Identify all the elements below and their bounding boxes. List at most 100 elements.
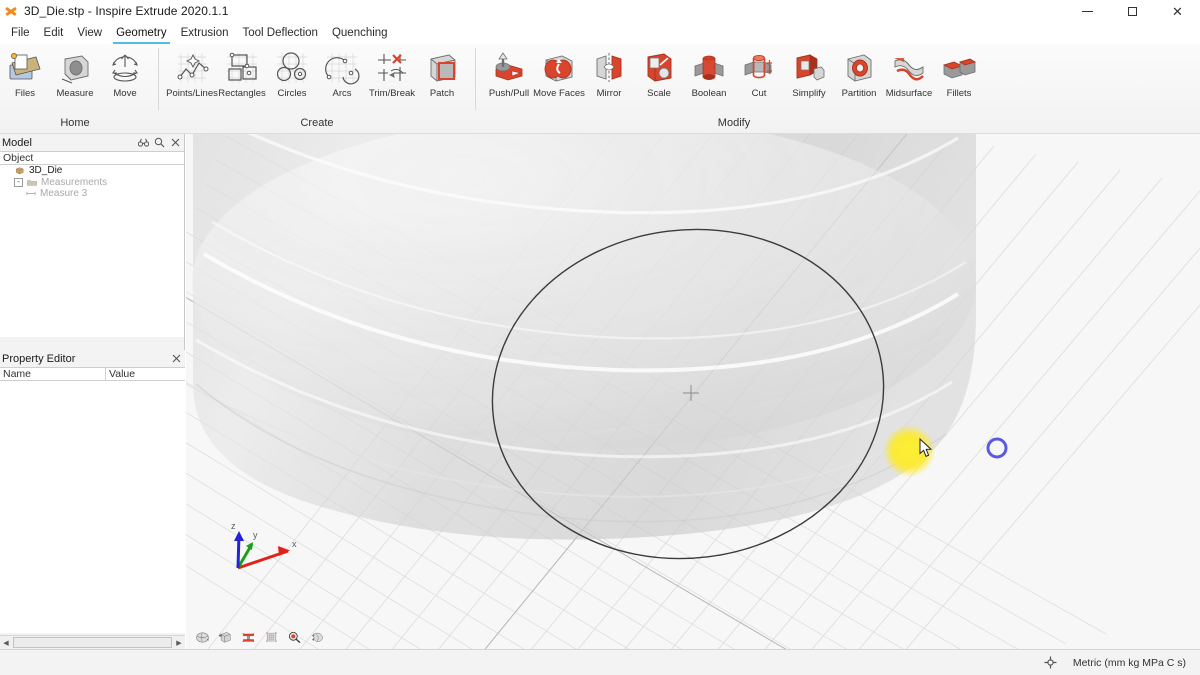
model-tree[interactable]: 3D_Die - Measurements Measure 3 — [0, 165, 184, 337]
ribbon-button-label: Partition — [841, 88, 877, 99]
property-editor-hscrollbar[interactable]: ◀ ▶ — [0, 635, 185, 649]
ribbon-group-label: Home — [60, 117, 90, 129]
ribbon-button-label: Boolean — [691, 88, 727, 99]
ribbon-button-label: Files — [14, 88, 36, 99]
model-tree-column-object: Object — [3, 152, 34, 164]
property-column-name: Name — [0, 367, 106, 381]
property-editor-column-headers: Name Value — [0, 367, 185, 381]
model-panel-close-icon[interactable] — [170, 136, 181, 148]
rectangles-icon — [223, 49, 261, 87]
folder-icon — [26, 177, 38, 188]
circles-icon — [273, 49, 311, 87]
svg-text:x: x — [292, 539, 297, 549]
ribbon-group-modify: Push/Pull Move Faces Mirror Scale Boolean Cut… — [484, 44, 984, 134]
ribbon-button-cut[interactable]: Cut — [734, 47, 784, 99]
menu-item-extrusion[interactable]: Extrusion — [174, 25, 236, 42]
ribbon-button-rectangles[interactable]: Rectangles — [217, 47, 267, 99]
ribbon-button-label: Trim/Break — [368, 88, 416, 99]
ribbon-button-simplify[interactable]: Simplify — [784, 47, 834, 99]
tree-item-measure-3[interactable]: Measure 3 — [0, 188, 184, 200]
maximize-button[interactable] — [1110, 0, 1155, 22]
menu-item-tool-deflection[interactable]: Tool Deflection — [236, 25, 325, 42]
property-editor-close-icon[interactable] — [171, 352, 182, 364]
scroll-thumb[interactable] — [13, 637, 172, 648]
axis-triad: x y z — [231, 521, 297, 570]
close-button[interactable]: ✕ — [1155, 0, 1200, 22]
ribbon-button-label: Measure — [56, 88, 94, 99]
menu-item-file[interactable]: File — [4, 25, 37, 42]
grid-icon[interactable] — [263, 630, 280, 645]
mouse-cursor — [919, 438, 933, 457]
scroll-right-icon[interactable]: ▶ — [173, 637, 185, 649]
property-editor-title: Property Editor — [2, 352, 76, 365]
move-icon — [106, 49, 144, 87]
model-panel-title: Model — [2, 136, 32, 149]
menu-item-view[interactable]: View — [70, 25, 109, 42]
files-icon — [6, 49, 44, 87]
ribbon-button-circles[interactable]: Circles — [267, 47, 317, 99]
ribbon-button-label: Rectangles — [218, 88, 266, 99]
ribbon-button-points-lines[interactable]: Points/Lines — [166, 47, 218, 99]
ribbon-button-measure[interactable]: Measure — [50, 47, 100, 99]
tree-item-label: Measurements — [41, 176, 108, 188]
ribbon-button-label: Patch — [429, 88, 455, 99]
ribbon-button-label: Mirror — [596, 88, 622, 99]
ribbon-button-scale[interactable]: Scale — [634, 47, 684, 99]
ribbon-button-push-pull[interactable]: Push/Pull — [484, 47, 534, 99]
menu-bar: File Edit View Geometry Extrusion Tool Deflec… — [0, 22, 1200, 44]
ribbon-button-move-faces[interactable]: Move Faces — [533, 47, 585, 99]
viewport-toolbar — [194, 630, 326, 645]
ribbon-button-arcs[interactable]: Arcs — [317, 47, 367, 99]
inspire-logo-icon — [4, 4, 18, 18]
scroll-left-icon[interactable]: ◀ — [0, 637, 12, 649]
property-editor-panel: Property Editor Name Value ◀ ▶ — [0, 350, 185, 649]
section-view-icon[interactable] — [240, 630, 257, 645]
model-panel-tools — [138, 136, 181, 148]
status-bar: Metric (mm kg MPa C s) — [0, 649, 1200, 675]
menu-item-geometry[interactable]: Geometry — [109, 25, 174, 44]
ribbon-button-label: Simplify — [792, 88, 826, 99]
window-title: 3D_Die.stp - Inspire Extrude 2020.1.1 — [24, 4, 229, 18]
property-editor-header: Property Editor — [0, 350, 185, 367]
scale-icon — [640, 49, 678, 87]
ribbon-button-files[interactable]: Files — [0, 47, 50, 99]
menu-item-quenching[interactable]: Quenching — [325, 25, 395, 42]
menu-item-edit[interactable]: Edit — [37, 25, 71, 42]
ribbon-button-move[interactable]: Move — [100, 47, 150, 99]
ribbon-button-fillets[interactable]: Fillets — [934, 47, 984, 99]
units-label: Metric (mm kg MPa C s) — [1072, 656, 1186, 669]
tree-item-3d-die[interactable]: 3D_Die — [0, 165, 184, 177]
tree-item-measurements[interactable]: - Measurements — [0, 177, 184, 189]
ribbon-button-label: Push/Pull — [488, 88, 530, 99]
fillets-icon — [940, 49, 978, 87]
ribbon-button-boolean[interactable]: Boolean — [684, 47, 734, 99]
fit-view-icon[interactable] — [309, 630, 326, 645]
3d-viewport[interactable]: x y z — [186, 134, 1200, 649]
ribbon-button-label: Move — [113, 88, 137, 99]
zoom-icon[interactable] — [286, 630, 303, 645]
svg-text:z: z — [231, 521, 236, 531]
minimize-button[interactable] — [1065, 0, 1110, 22]
ribbon-button-label: Fillets — [946, 88, 972, 99]
view-rotate-icon[interactable] — [194, 630, 211, 645]
tree-expander-icon[interactable]: - — [14, 177, 23, 187]
binoculars-icon[interactable] — [138, 136, 149, 148]
move-faces-icon — [540, 49, 578, 87]
search-icon[interactable] — [154, 136, 165, 148]
measure-icon — [56, 49, 94, 87]
ribbon-separator — [158, 48, 159, 110]
svg-text:y: y — [253, 530, 258, 540]
ribbon-button-mirror[interactable]: Mirror — [584, 47, 634, 99]
view-cube-icon[interactable] — [217, 630, 234, 645]
title-bar: 3D_Die.stp - Inspire Extrude 2020.1.1 ✕ — [0, 0, 1200, 22]
ribbon-button-midsurface[interactable]: Midsurface — [884, 47, 934, 99]
ribbon-button-partition[interactable]: Partition — [834, 47, 884, 99]
partition-icon — [840, 49, 878, 87]
ribbon-button-label: Scale — [647, 88, 671, 99]
origin-marker-icon[interactable] — [1044, 656, 1057, 669]
ribbon-group-label: Modify — [717, 117, 751, 129]
left-dock-panel: Model Object 3D_Die - Measurements Measure … — [0, 134, 185, 649]
property-column-value: Value — [109, 368, 136, 380]
ribbon-button-trim-break[interactable]: Trim/Break — [367, 47, 417, 99]
ribbon-button-patch[interactable]: Patch — [417, 47, 467, 99]
